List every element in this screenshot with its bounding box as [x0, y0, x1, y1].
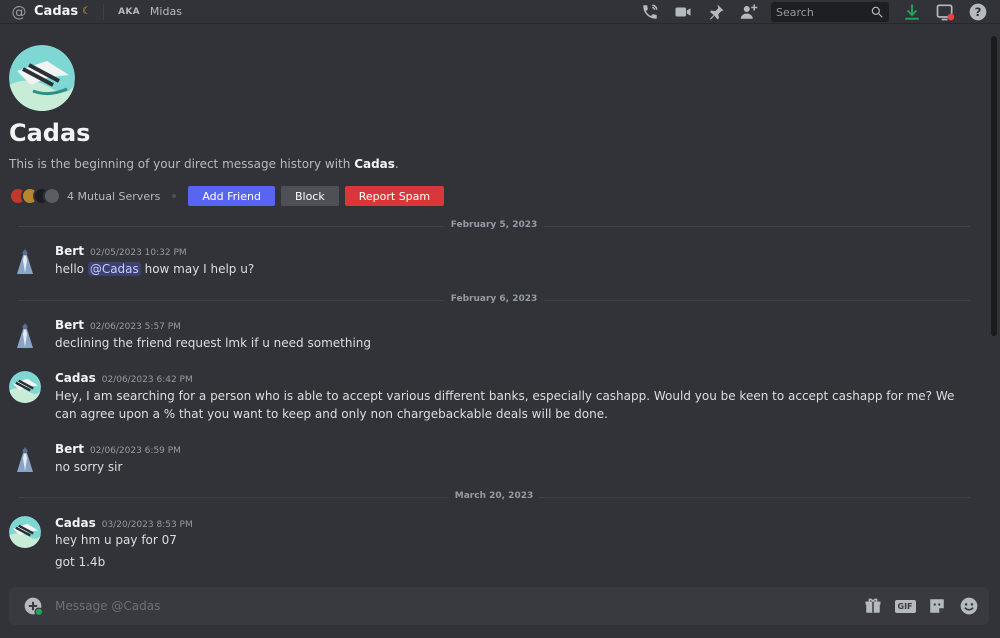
- date-divider: March 20, 2023: [18, 491, 970, 501]
- message-header: Bert 02/05/2023 10:32 PM: [55, 244, 187, 258]
- author-name[interactable]: Bert: [55, 318, 84, 332]
- search-box[interactable]: [771, 2, 889, 22]
- message-content: hello @Cadas how may I help u?: [55, 260, 955, 278]
- report-spam-button[interactable]: Report Spam: [344, 186, 445, 206]
- author-name[interactable]: Cadas: [55, 516, 96, 530]
- user-avatar[interactable]: [9, 320, 41, 352]
- message-content: declining the friend request lmk if u ne…: [55, 336, 372, 350]
- download-icon[interactable]: [901, 1, 923, 23]
- message-content: got 1.4b: [55, 555, 106, 569]
- help-icon[interactable]: ?: [967, 1, 989, 23]
- timestamp: 02/06/2023 6:42 PM: [101, 375, 193, 385]
- message-input[interactable]: [55, 599, 835, 613]
- date-divider-label: March 20, 2023: [448, 491, 540, 501]
- intro-desc-suffix: .: [394, 157, 399, 171]
- message-text: how may I help u?: [140, 262, 255, 276]
- date-divider-label: February 6, 2023: [444, 294, 544, 304]
- profile-avatar[interactable]: [9, 45, 75, 111]
- intro-actions: 4 Mutual Servers Add Friend Block Report…: [9, 186, 450, 206]
- user-avatar[interactable]: [9, 246, 41, 278]
- video-call-icon[interactable]: [672, 1, 694, 23]
- add-friend-button[interactable]: Add Friend: [188, 186, 275, 206]
- message-content: no sorry sir: [55, 460, 123, 474]
- search-input[interactable]: [776, 5, 866, 19]
- intro-desc-prefix: This is the beginning of your direct mes…: [9, 157, 355, 171]
- timestamp: 02/06/2023 5:57 PM: [89, 322, 181, 332]
- at-icon: @: [11, 2, 27, 21]
- timestamp: 02/05/2023 10:32 PM: [89, 248, 187, 258]
- scrollbar[interactable]: [991, 36, 997, 336]
- intro-desc-name: Cadas: [354, 157, 395, 171]
- message-header: Bert 02/06/2023 5:57 PM: [55, 318, 181, 332]
- author-name[interactable]: Bert: [55, 442, 84, 456]
- author-name[interactable]: Bert: [55, 244, 84, 258]
- aka-label: AKA: [118, 6, 140, 17]
- author-name[interactable]: Cadas: [55, 371, 96, 385]
- mutual-servers-link[interactable]: 4 Mutual Servers: [67, 190, 160, 203]
- gift-icon[interactable]: [863, 596, 883, 616]
- svg-text:?: ?: [975, 5, 982, 19]
- user-avatar[interactable]: [9, 444, 41, 476]
- gif-label: GIF: [894, 599, 916, 613]
- timestamp: 03/20/2023 8:53 PM: [101, 520, 193, 530]
- message-content: hey hm u pay for 07: [55, 533, 177, 547]
- block-button[interactable]: Block: [280, 186, 339, 206]
- message-content: Hey, I am searching for a person who is …: [55, 389, 955, 421]
- message-header: Bert 02/06/2023 6:59 PM: [55, 442, 181, 456]
- upload-plus-icon[interactable]: [23, 596, 44, 617]
- emoji-icon[interactable]: [959, 596, 979, 616]
- header-divider: [103, 3, 105, 20]
- search-icon: [871, 6, 883, 18]
- timestamp: 02/06/2023 6:59 PM: [89, 446, 181, 456]
- server-icon: [43, 187, 61, 205]
- phone-call-icon[interactable]: [639, 1, 661, 23]
- profile-name: Cadas: [9, 119, 91, 147]
- mutual-server-icons[interactable]: [9, 186, 61, 206]
- moon-icon: ☾: [82, 6, 92, 17]
- aka-name: Midas: [149, 5, 182, 18]
- intro-description: This is the beginning of your direct mes…: [9, 157, 399, 171]
- message-header: Cadas 03/20/2023 8:53 PM: [55, 516, 193, 530]
- user-avatar[interactable]: [9, 516, 41, 548]
- separator-dot: [172, 194, 177, 198]
- date-divider-label: February 5, 2023: [444, 220, 544, 230]
- inbox-icon[interactable]: [934, 1, 956, 23]
- dm-title[interactable]: Cadas: [34, 4, 78, 19]
- date-divider: February 6, 2023: [18, 294, 970, 304]
- message-header: Cadas 02/06/2023 6:42 PM: [55, 371, 193, 385]
- top-bar: @ Cadas ☾ AKA Midas ?: [0, 0, 1000, 24]
- message-composer: GIF: [9, 587, 989, 625]
- date-divider: February 5, 2023: [18, 220, 970, 230]
- message-text: hello: [55, 262, 88, 276]
- pin-icon[interactable]: [705, 1, 727, 23]
- user-avatar[interactable]: [9, 371, 41, 403]
- add-friend-icon[interactable]: [738, 1, 760, 23]
- user-mention[interactable]: @Cadas: [87, 262, 141, 276]
- sticker-icon[interactable]: [927, 596, 947, 616]
- gif-icon[interactable]: GIF: [894, 596, 916, 616]
